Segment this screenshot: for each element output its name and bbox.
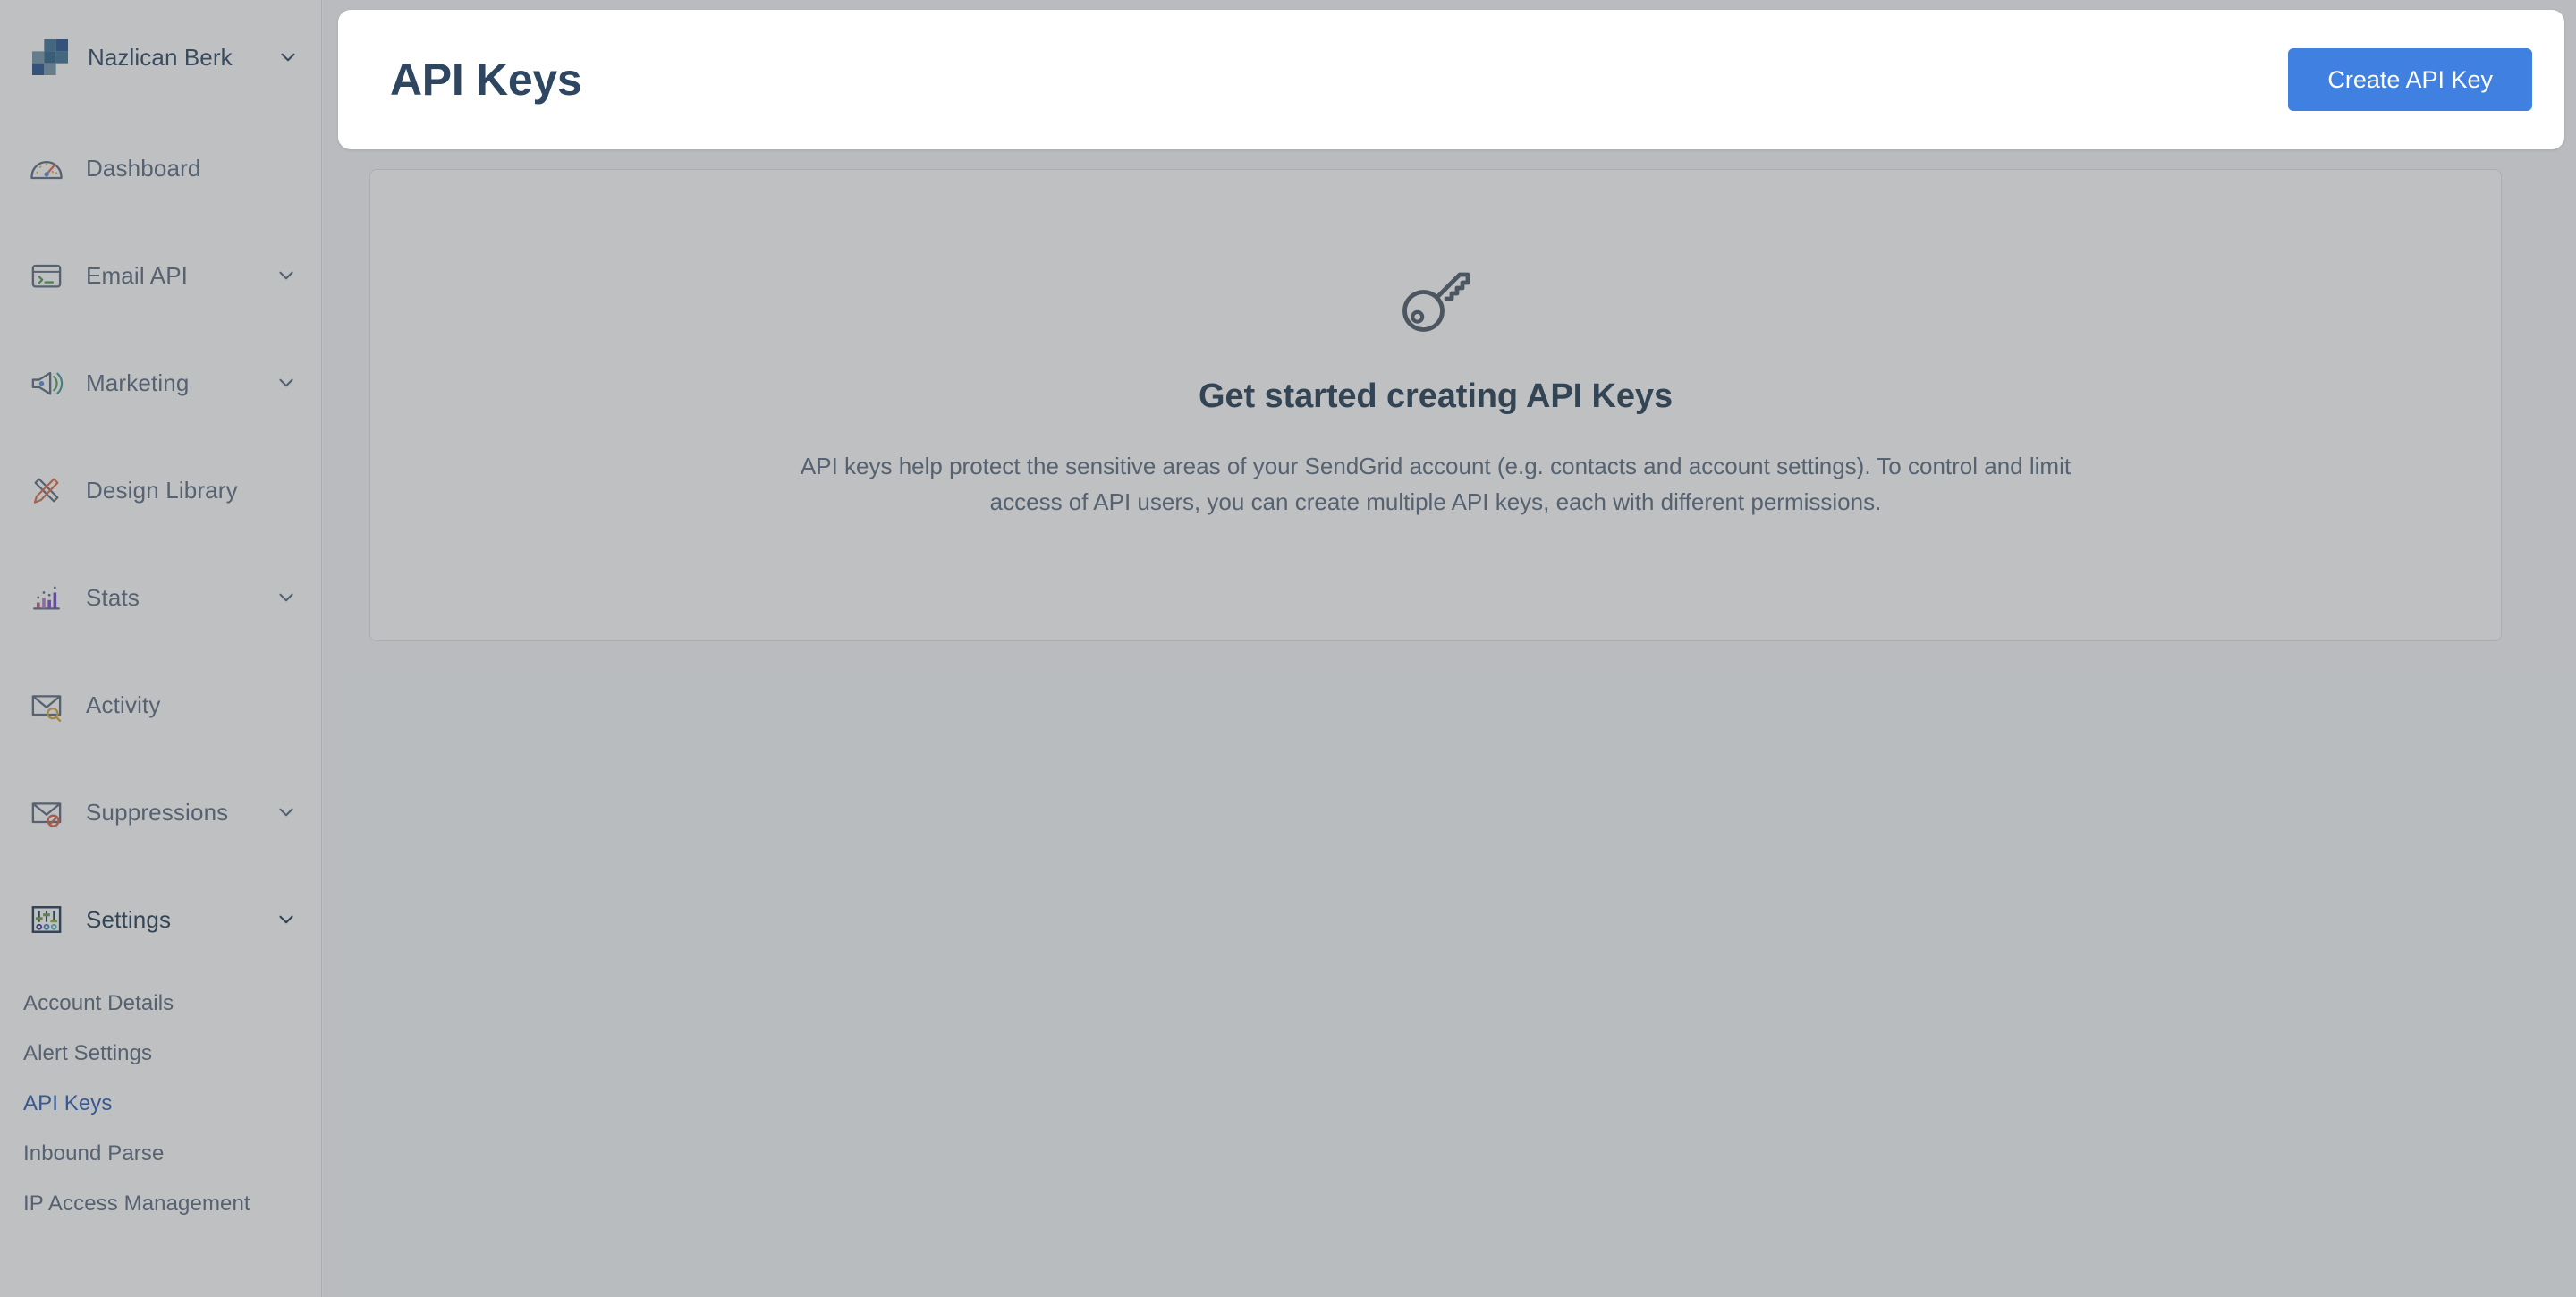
page-title: API Keys bbox=[390, 54, 2288, 106]
page-header: API Keys Create API Key bbox=[338, 10, 2564, 149]
page-root: Nazlican Berk Dashboard bbox=[0, 0, 2576, 1297]
create-api-key-button[interactable]: Create API Key bbox=[2288, 48, 2532, 111]
modal-scrim-overlay[interactable] bbox=[0, 0, 2576, 1297]
